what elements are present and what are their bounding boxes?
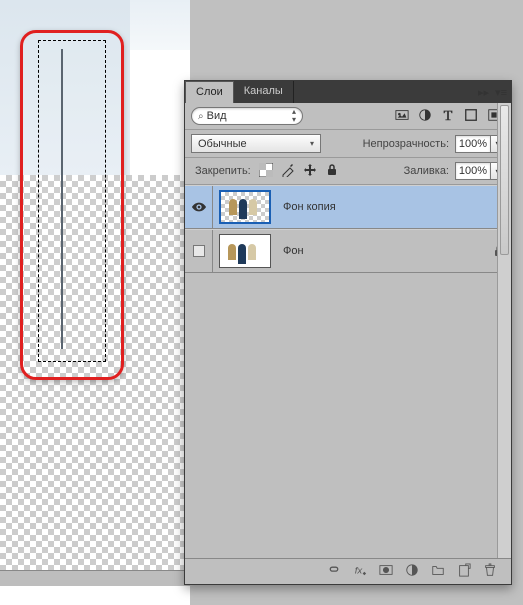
new-layer-icon[interactable] bbox=[457, 563, 471, 580]
chevron-down-icon: ▾ bbox=[310, 139, 314, 148]
lock-position-icon[interactable] bbox=[303, 163, 317, 180]
canvas-scrollbar[interactable] bbox=[0, 570, 190, 586]
panel-scrollbar[interactable] bbox=[497, 103, 511, 558]
opacity-input[interactable] bbox=[455, 135, 491, 153]
panel-menu-icon[interactable]: ▾≡ bbox=[495, 86, 507, 99]
visibility-toggle[interactable] bbox=[185, 230, 213, 272]
delete-layer-icon[interactable] bbox=[483, 563, 497, 580]
lock-pixels-icon[interactable] bbox=[281, 163, 295, 180]
opacity-label: Непрозрачность: bbox=[363, 138, 449, 150]
layers-footer: fx bbox=[185, 558, 511, 584]
layer-name[interactable]: Фон bbox=[277, 245, 487, 257]
layers-panel: Слои Каналы ▸▸ ▾≡ ⌕ Вид ▴▾ Обы bbox=[184, 80, 512, 585]
filter-pixel-icon[interactable] bbox=[395, 108, 409, 125]
layer-row[interactable]: Фон копия bbox=[185, 185, 511, 229]
lock-fill-row: Закрепить: Заливка: ▾ bbox=[185, 158, 511, 185]
tab-layers[interactable]: Слои bbox=[185, 81, 234, 103]
panel-tabs: Слои Каналы ▸▸ ▾≡ bbox=[185, 81, 511, 103]
layer-thumbnail[interactable] bbox=[219, 234, 271, 268]
visibility-toggle[interactable] bbox=[185, 186, 213, 228]
layers-list: Фон копия Фон bbox=[185, 185, 511, 273]
blend-mode-value: Обычные bbox=[198, 138, 247, 150]
layer-mask-icon[interactable] bbox=[379, 563, 393, 580]
lock-transparency-icon[interactable] bbox=[259, 163, 273, 180]
layer-group-icon[interactable] bbox=[431, 563, 445, 580]
fill-input[interactable] bbox=[455, 162, 491, 180]
fill-label: Заливка: bbox=[404, 165, 449, 177]
filter-label: Вид bbox=[207, 110, 227, 122]
filter-type-icon[interactable] bbox=[441, 108, 455, 125]
chevron-updown-icon: ▴▾ bbox=[292, 108, 296, 124]
layer-thumbnail[interactable] bbox=[219, 190, 271, 224]
visibility-off-icon bbox=[193, 245, 205, 257]
layer-row[interactable]: Фон bbox=[185, 229, 511, 273]
eye-icon bbox=[192, 202, 206, 212]
lock-label: Закрепить: bbox=[195, 165, 251, 177]
link-layers-icon[interactable] bbox=[327, 563, 341, 580]
annotation-highlight bbox=[20, 30, 124, 380]
adjustment-layer-icon[interactable] bbox=[405, 563, 419, 580]
layer-name[interactable]: Фон копия bbox=[277, 201, 511, 213]
layer-style-icon[interactable]: fx bbox=[353, 563, 367, 580]
filter-adjustment-icon[interactable] bbox=[418, 108, 432, 125]
workspace: Слои Каналы ▸▸ ▾≡ ⌕ Вид ▴▾ Обы bbox=[0, 0, 523, 605]
filter-shape-icon[interactable] bbox=[464, 108, 478, 125]
tab-channels[interactable]: Каналы bbox=[234, 81, 294, 103]
search-icon: ⌕ bbox=[198, 111, 204, 122]
blend-row: Обычные ▾ Непрозрачность: ▾ bbox=[185, 130, 511, 158]
filter-row: ⌕ Вид ▴▾ bbox=[185, 103, 511, 130]
collapse-icon[interactable]: ▸▸ bbox=[478, 86, 489, 99]
svg-text:fx: fx bbox=[355, 566, 364, 577]
lock-all-icon[interactable] bbox=[325, 163, 339, 180]
blend-mode-dropdown[interactable]: Обычные ▾ bbox=[191, 134, 321, 153]
image-content-right bbox=[130, 0, 190, 50]
layer-filter-dropdown[interactable]: ⌕ Вид ▴▾ bbox=[191, 107, 303, 125]
